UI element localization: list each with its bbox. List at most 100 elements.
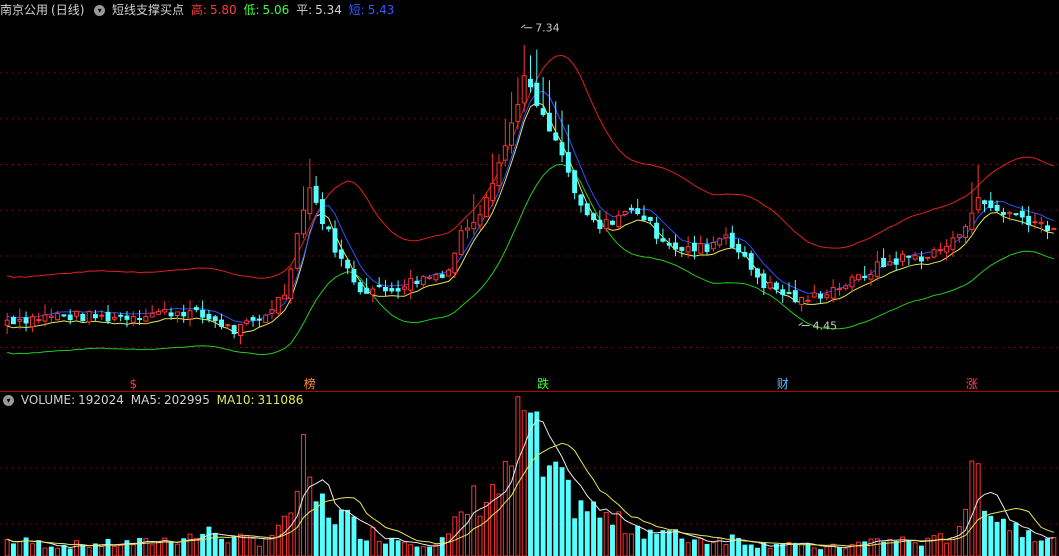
candle-body	[1007, 212, 1013, 215]
volume-bar	[893, 541, 899, 556]
volume-bar	[748, 544, 754, 556]
candle-body	[755, 268, 760, 278]
candle-body	[824, 294, 830, 299]
candle-body	[805, 299, 811, 302]
volume-bar	[509, 465, 515, 556]
candle-body	[742, 251, 748, 257]
candle-body	[748, 253, 754, 270]
candle-body	[584, 203, 590, 216]
volume-bar	[408, 544, 414, 556]
volume-bar	[357, 538, 363, 556]
volume-bar	[818, 549, 824, 556]
volume-bar	[906, 539, 912, 556]
candle-body	[944, 245, 950, 253]
candle-body	[906, 255, 912, 258]
volume-bar	[1045, 538, 1050, 556]
volume-bar	[219, 538, 224, 556]
candle-body	[168, 312, 174, 317]
event-marker: 财	[777, 377, 789, 391]
candle-body	[818, 293, 824, 299]
volume-bar	[67, 548, 73, 556]
indicator-name[interactable]: 短线支撑买点	[112, 3, 184, 17]
candle-body	[433, 274, 439, 281]
ma5-label: MA5:	[130, 393, 162, 407]
candle-body	[156, 311, 161, 315]
volume-bar	[704, 543, 710, 556]
volume-bar	[956, 526, 962, 556]
candle-body	[401, 286, 407, 290]
volume-bar	[565, 479, 571, 556]
candle-body	[193, 307, 199, 311]
volume-bar	[370, 527, 376, 556]
volume-bar	[540, 476, 546, 556]
candle-body	[502, 145, 508, 161]
volume-bar	[597, 517, 603, 556]
volume-bar	[4, 538, 10, 556]
candle-body	[925, 256, 931, 259]
candle-body	[628, 207, 634, 211]
volume-bar	[698, 538, 704, 556]
candle-body	[717, 238, 723, 246]
candle-body	[414, 280, 420, 284]
candle-body	[408, 277, 414, 291]
volume-bar	[937, 533, 943, 556]
candle-body	[420, 276, 426, 285]
volume-bar	[118, 544, 124, 556]
volume-bar	[837, 547, 842, 556]
short-label: 短:	[348, 3, 365, 17]
high-value: 5.80	[209, 3, 237, 17]
volume-bar	[868, 538, 874, 556]
peak-label-marker	[520, 24, 533, 29]
volume-bar	[193, 537, 199, 556]
candle-body	[723, 234, 729, 239]
volume-bar	[483, 502, 489, 556]
candle-body	[307, 187, 313, 215]
candle-body	[67, 314, 73, 321]
candle-body	[212, 316, 218, 322]
ma5-value: 202995	[164, 393, 210, 407]
volume-bar	[99, 545, 105, 556]
candle-body	[509, 122, 515, 146]
price-header: 南京公用 (日线) ▾ 短线支撑买点 高: 5.80 低: 5.06 平: 5.34 短…	[0, 1, 397, 19]
volume-bar	[843, 548, 849, 556]
volume-bar	[401, 541, 407, 556]
candle-body	[427, 276, 433, 279]
candle-body	[710, 241, 716, 250]
candle-body	[313, 185, 319, 203]
volume-bar	[584, 511, 590, 556]
candle-body	[528, 78, 533, 88]
candle-body	[572, 170, 578, 194]
candle-body	[918, 256, 924, 262]
volume-bar	[521, 410, 527, 556]
candle-body	[736, 243, 742, 253]
volume-value: 192024	[78, 393, 124, 407]
volume-bar	[11, 543, 16, 556]
candle-body	[130, 316, 136, 323]
volume-bar	[761, 542, 767, 556]
volume-bar	[477, 515, 483, 556]
volume-bar	[654, 533, 660, 556]
candle-body	[900, 253, 905, 262]
candle-body	[187, 310, 193, 320]
candle-body	[729, 232, 735, 248]
candle-body	[263, 314, 269, 323]
candle-body	[937, 249, 943, 252]
candle-body	[1051, 228, 1057, 231]
volume-bar	[534, 411, 540, 556]
candle-body	[956, 234, 962, 238]
candle-body	[357, 282, 363, 293]
candle-body	[666, 242, 672, 246]
candle-body	[162, 308, 168, 313]
volume-panel	[4, 396, 1057, 556]
volume-label: VOLUME:	[20, 393, 76, 407]
volume-bar	[792, 542, 798, 556]
collapse-icon[interactable]: ▾	[94, 5, 106, 16]
short-value: 5.43	[367, 3, 395, 17]
candle-body	[691, 242, 697, 252]
collapse-icon[interactable]: ▾	[3, 395, 14, 406]
candle-body	[837, 288, 842, 291]
volume-bar	[74, 540, 79, 556]
volume-bar	[395, 540, 401, 556]
volume-header: ▾ VOLUME: 192024 MA5: 202995 MA10: 311086	[0, 391, 306, 409]
candle-body	[685, 246, 691, 253]
